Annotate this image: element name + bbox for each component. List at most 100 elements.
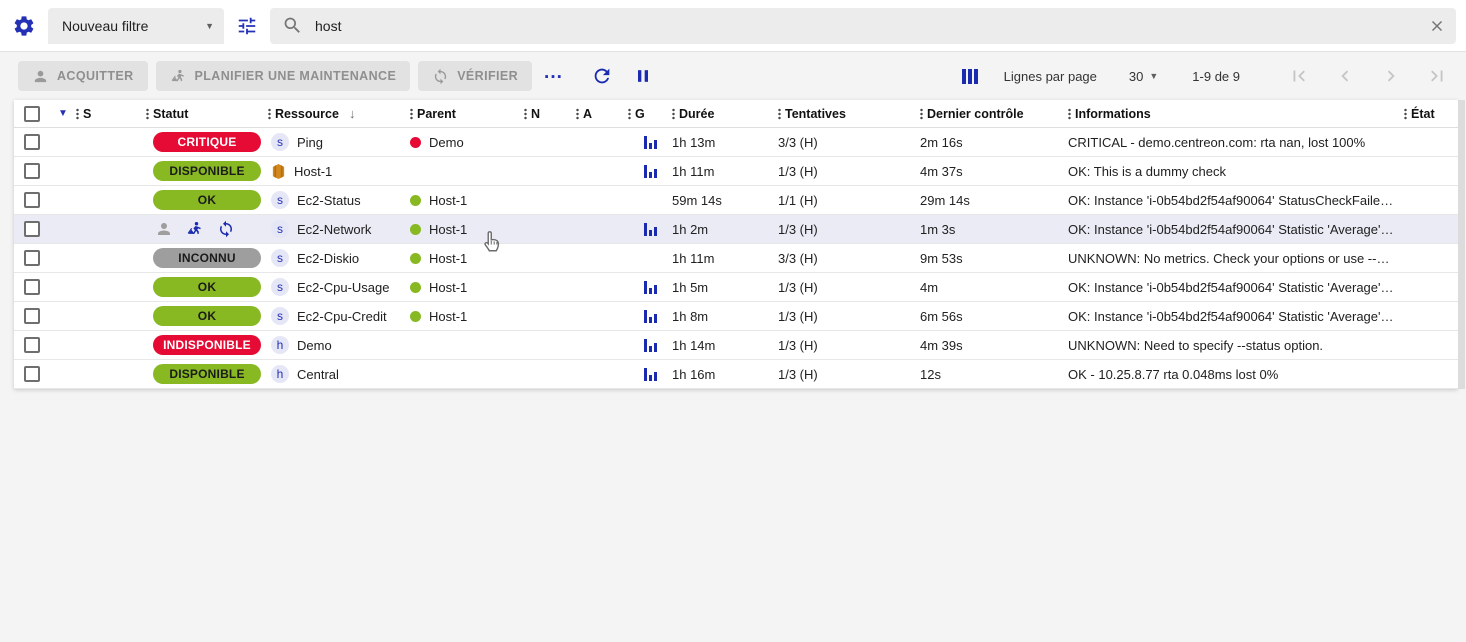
header-resource[interactable]: Ressource ↓ [268, 106, 410, 121]
parent-name[interactable]: Host-1 [429, 193, 467, 208]
resource-name[interactable]: Host-1 [294, 164, 332, 179]
row-checkbox[interactable] [24, 163, 40, 179]
previous-page-button[interactable] [1332, 63, 1358, 89]
row-checkbox[interactable] [24, 337, 40, 353]
status-chip[interactable]: OK [153, 277, 261, 297]
drag-handle-icon[interactable] [920, 107, 923, 120]
search-box[interactable] [270, 7, 1456, 44]
drag-handle-icon[interactable] [778, 107, 781, 120]
drag-handle-icon[interactable] [76, 107, 79, 120]
row-checkbox[interactable] [24, 134, 40, 150]
header-tries[interactable]: Tentatives [778, 107, 920, 121]
cell-graph [628, 135, 672, 149]
header-information[interactable]: Informations [1068, 107, 1404, 121]
status-chip[interactable]: INDISPONIBLE [153, 335, 261, 355]
header-notes[interactable]: N [524, 107, 576, 121]
vertical-scrollbar[interactable] [1458, 100, 1465, 389]
next-page-button[interactable] [1378, 63, 1404, 89]
table-row[interactable]: DISPONIBLE h Central 1h 16m 1/3 (H) 12s … [14, 360, 1458, 389]
row-checkbox[interactable] [24, 279, 40, 295]
row-checkbox[interactable] [24, 192, 40, 208]
table-row[interactable]: INCONNU s Ec2-Diskio Host-1 1h 11m 3/3 (… [14, 244, 1458, 273]
drag-handle-icon[interactable] [576, 107, 579, 120]
drag-handle-icon[interactable] [524, 107, 527, 120]
header-duration[interactable]: Durée [672, 107, 778, 121]
pause-icon[interactable] [633, 66, 653, 86]
set-downtime-button[interactable]: PLANIFIER UNE MAINTENANCE [155, 61, 411, 91]
parent-name[interactable]: Host-1 [429, 222, 467, 237]
header-severity[interactable]: S [76, 107, 146, 121]
table-row[interactable]: OK s Ec2-Cpu-Usage Host-1 1h 5m 1/3 (H) … [14, 273, 1458, 302]
graph-icon[interactable] [643, 309, 657, 323]
status-chip[interactable]: DISPONIBLE [153, 161, 261, 181]
status-chip[interactable]: DISPONIBLE [153, 364, 261, 384]
resource-name[interactable]: Central [297, 367, 339, 382]
more-actions-icon[interactable]: ... [544, 62, 563, 84]
resource-name[interactable]: Ec2-Network [297, 222, 371, 237]
edit-columns-icon[interactable] [961, 68, 978, 84]
resource-name[interactable]: Ec2-Cpu-Credit [297, 309, 387, 324]
cell-information: OK: This is a dummy check [1068, 163, 1226, 179]
drag-handle-icon[interactable] [268, 107, 271, 120]
clear-search-icon[interactable] [1428, 17, 1446, 35]
parent-name[interactable]: Host-1 [429, 280, 467, 295]
settings-gear-icon[interactable] [12, 14, 36, 38]
expand-all-caret-icon[interactable]: ▼ [58, 108, 68, 119]
row-checkbox[interactable] [24, 250, 40, 266]
drag-handle-icon[interactable] [1068, 107, 1071, 120]
graph-icon[interactable] [643, 222, 657, 236]
parent-status-dot [410, 281, 421, 293]
graph-icon[interactable] [643, 280, 657, 294]
graph-icon[interactable] [643, 367, 657, 381]
graph-icon[interactable] [643, 338, 657, 352]
parent-name[interactable]: Host-1 [429, 251, 467, 266]
scrollbar-thumb[interactable] [1458, 100, 1465, 389]
table-row[interactable]: s Ec2-Network Host-1 1h 2m 1/3 (H) 1m 3s… [14, 215, 1458, 244]
drag-handle-icon[interactable] [628, 107, 631, 120]
row-checkbox[interactable] [24, 221, 40, 237]
rows-per-page-select[interactable]: 30 ▼ [1129, 69, 1158, 84]
row-checkbox[interactable] [24, 308, 40, 324]
header-parent[interactable]: Parent [410, 107, 524, 121]
filter-select[interactable]: Nouveau filtre ▼ [48, 7, 224, 44]
status-chip[interactable]: OK [153, 190, 261, 210]
first-page-button[interactable] [1286, 63, 1312, 89]
parent-name[interactable]: Demo [429, 135, 464, 150]
refresh-icon[interactable] [591, 65, 613, 87]
graph-icon[interactable] [643, 164, 657, 178]
status-chip[interactable]: OK [153, 306, 261, 326]
acknowledge-button[interactable]: ACQUITTER [18, 61, 148, 91]
parent-name[interactable]: Host-1 [429, 309, 467, 324]
header-last-check[interactable]: Dernier contrôle [920, 107, 1068, 121]
drag-handle-icon[interactable] [672, 107, 675, 120]
table-row[interactable]: DISPONIBLE Host-1 1h 11m 1/3 (H) 4m 37s … [14, 157, 1458, 186]
cell-tries: 1/3 (H) [778, 221, 818, 237]
graph-icon[interactable] [643, 135, 657, 149]
table-row[interactable]: INDISPONIBLE h Demo 1h 14m 1/3 (H) 4m 39… [14, 331, 1458, 360]
resource-type-badge: s [271, 191, 289, 209]
search-input[interactable] [315, 17, 1416, 34]
header-action[interactable]: A [576, 107, 628, 121]
status-chip[interactable]: INCONNU [153, 248, 261, 268]
row-checkbox[interactable] [24, 366, 40, 382]
drag-handle-icon[interactable] [146, 107, 149, 120]
resource-name[interactable]: Ec2-Cpu-Usage [297, 280, 390, 295]
resource-name[interactable]: Demo [297, 338, 332, 353]
header-state[interactable]: État [1404, 107, 1458, 121]
resource-name[interactable]: Ec2-Diskio [297, 251, 359, 266]
resource-name[interactable]: Ping [297, 135, 323, 150]
cell-graph [628, 194, 672, 207]
select-all-checkbox[interactable] [24, 105, 40, 122]
table-row[interactable]: OK s Ec2-Status Host-1 59m 14s 1/1 (H) 2… [14, 186, 1458, 215]
header-status[interactable]: Statut [146, 107, 268, 121]
header-graph[interactable]: G [628, 107, 672, 121]
check-button[interactable]: VÉRIFIER [418, 61, 533, 91]
last-page-button[interactable] [1424, 63, 1450, 89]
table-row[interactable]: CRITIQUE s Ping Demo 1h 13m 3/3 (H) 2m 1… [14, 128, 1458, 157]
drag-handle-icon[interactable] [1404, 107, 1407, 120]
table-row[interactable]: OK s Ec2-Cpu-Credit Host-1 1h 8m 1/3 (H)… [14, 302, 1458, 331]
status-chip[interactable]: CRITIQUE [153, 132, 261, 152]
drag-handle-icon[interactable] [410, 107, 413, 120]
resource-name[interactable]: Ec2-Status [297, 193, 361, 208]
filter-tune-icon[interactable] [236, 15, 258, 37]
